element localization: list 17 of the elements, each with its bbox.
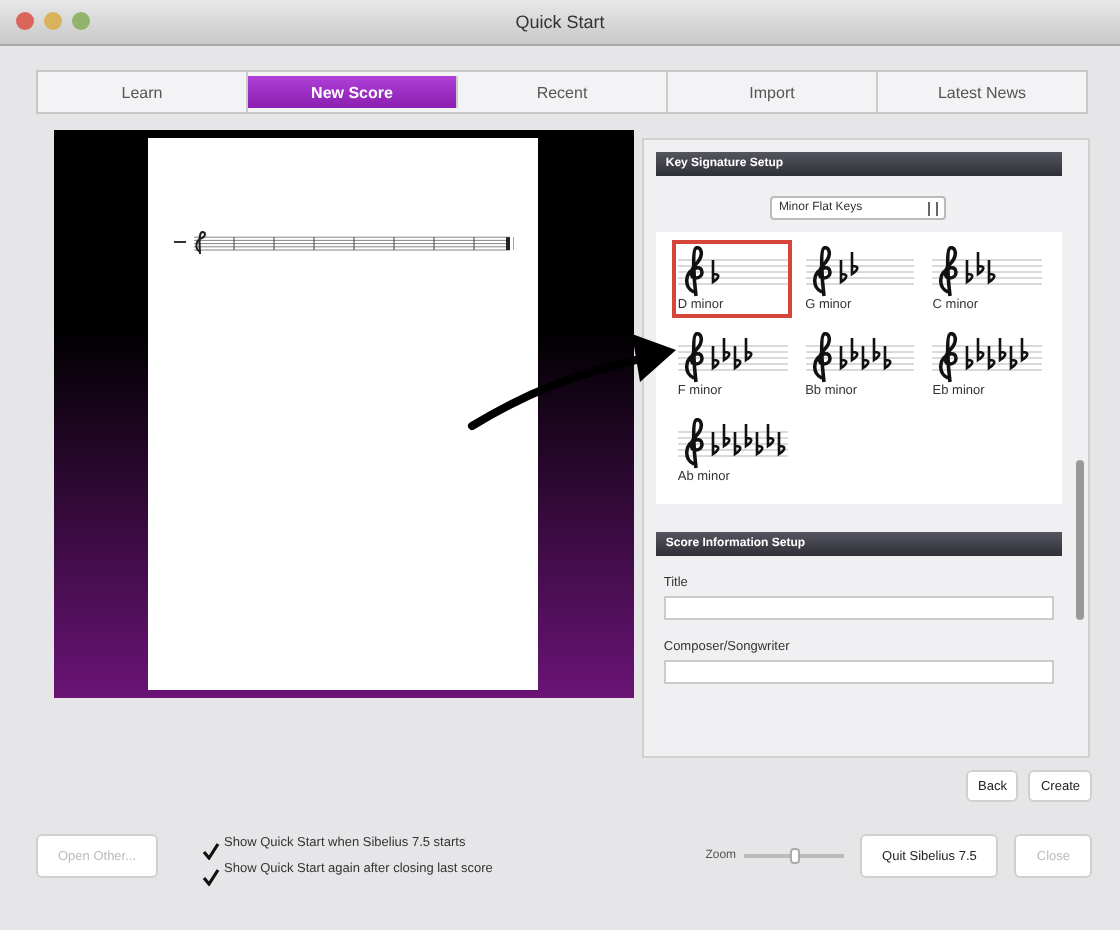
input-field[interactable]	[663, 660, 1054, 684]
tab[interactable]: New Score	[248, 76, 458, 108]
key-signature-drawing	[677, 332, 788, 384]
key-signature-drawing	[677, 418, 788, 470]
key-signature-drawing	[932, 246, 1042, 298]
key-signature-drawing	[677, 246, 788, 298]
key-signature-drawing	[805, 332, 915, 384]
slider-thumb[interactable]	[790, 848, 801, 864]
zoom-icon[interactable]	[72, 12, 90, 30]
input-field[interactable]	[663, 596, 1054, 620]
scroll-thumb[interactable]	[1076, 460, 1084, 620]
stepper-icon	[928, 201, 939, 215]
close-icon[interactable]	[16, 12, 34, 30]
minimize-icon[interactable]	[44, 12, 62, 30]
key-signature-drawing	[805, 246, 915, 298]
key-signature-drawing	[932, 332, 1042, 384]
window-title: Quick Start	[515, 12, 605, 32]
